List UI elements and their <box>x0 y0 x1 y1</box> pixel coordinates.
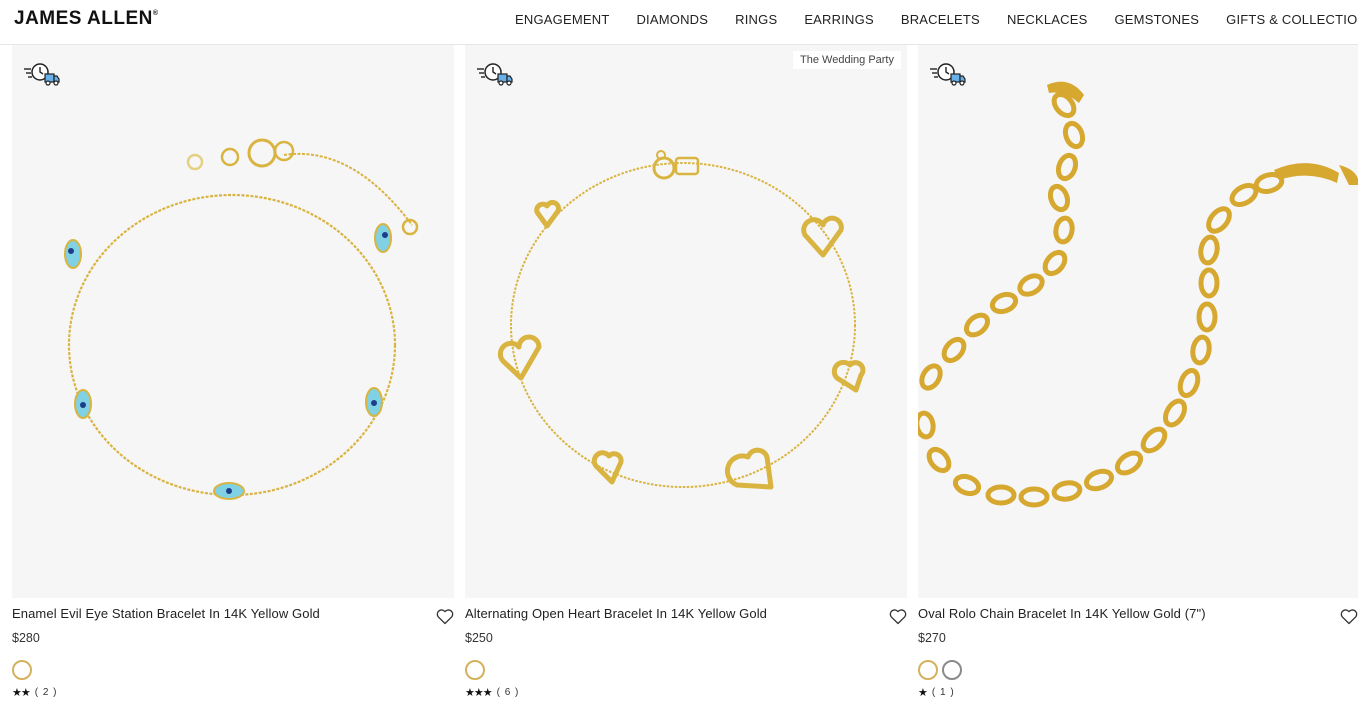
product-image[interactable] <box>12 45 454 598</box>
fast-shipping-icon <box>24 63 60 86</box>
product-image[interactable]: The Wedding Party <box>465 45 907 598</box>
brand-mark: ® <box>152 10 159 17</box>
product-rating: ★★★ ( 6 ) <box>465 686 519 699</box>
product-title[interactable]: Enamel Evil Eye Station Bracelet In 14K … <box>12 606 320 621</box>
nav-necklaces[interactable]: NECKLACES <box>1007 12 1088 27</box>
fast-shipping-icon <box>930 63 966 86</box>
rating-count: ( 1 ) <box>931 687 955 698</box>
product-title[interactable]: Oval Rolo Chain Bracelet In 14K Yellow G… <box>918 606 1206 621</box>
swatch-yellow-gold[interactable] <box>918 660 938 680</box>
oval-rolo-chain-image <box>918 81 1358 508</box>
evil-eye-bracelet-image <box>64 138 419 500</box>
site-header: JAMES ALLEN® ENGAGEMENT DIAMONDS RINGS E… <box>0 0 1358 45</box>
fast-shipping-icon <box>477 63 513 86</box>
product-rating: ★★ ( 2 ) <box>12 686 58 699</box>
product-price: $250 <box>465 631 493 645</box>
product-card[interactable]: Enamel Evil Eye Station Bracelet In 14K … <box>12 45 454 712</box>
nav-earrings[interactable]: EARRINGS <box>804 12 874 27</box>
product-rating: ★ ( 1 ) <box>918 686 955 699</box>
nav-gifts-collections[interactable]: GIFTS & COLLECTIONS <box>1226 12 1358 27</box>
swatch-yellow-gold[interactable] <box>12 660 32 680</box>
rating-stars: ★★ <box>12 687 31 699</box>
open-heart-bracelet-image <box>497 150 866 490</box>
brand-logo[interactable]: JAMES ALLEN® <box>14 8 159 30</box>
nav-diamonds[interactable]: DIAMONDS <box>636 12 708 27</box>
rating-stars: ★ <box>918 687 928 699</box>
brand-name: JAMES ALLEN <box>14 8 153 29</box>
rating-stars: ★★★ <box>465 687 493 699</box>
wishlist-heart-icon[interactable] <box>1340 608 1358 625</box>
metal-swatches <box>12 660 36 680</box>
rating-count: ( 6 ) <box>496 687 520 698</box>
collection-tag: The Wedding Party <box>793 51 901 69</box>
nav-gemstones[interactable]: GEMSTONES <box>1115 12 1200 27</box>
nav-bracelets[interactable]: BRACELETS <box>901 12 980 27</box>
main-nav: ENGAGEMENT DIAMONDS RINGS EARRINGS BRACE… <box>515 0 1358 38</box>
nav-engagement[interactable]: ENGAGEMENT <box>515 12 609 27</box>
wishlist-heart-icon[interactable] <box>436 608 454 625</box>
swatch-white-gold[interactable] <box>942 660 962 680</box>
swatch-yellow-gold[interactable] <box>465 660 485 680</box>
product-price: $270 <box>918 631 946 645</box>
metal-swatches <box>465 660 489 680</box>
product-price: $280 <box>12 631 40 645</box>
product-image[interactable] <box>918 45 1358 598</box>
wishlist-heart-icon[interactable] <box>889 608 907 625</box>
nav-rings[interactable]: RINGS <box>735 12 777 27</box>
product-card[interactable]: Oval Rolo Chain Bracelet In 14K Yellow G… <box>918 45 1358 712</box>
product-card[interactable]: The Wedding Party Alternating Open Heart… <box>465 45 907 712</box>
metal-swatches <box>918 660 966 680</box>
product-title[interactable]: Alternating Open Heart Bracelet In 14K Y… <box>465 606 767 621</box>
rating-count: ( 2 ) <box>34 687 58 698</box>
